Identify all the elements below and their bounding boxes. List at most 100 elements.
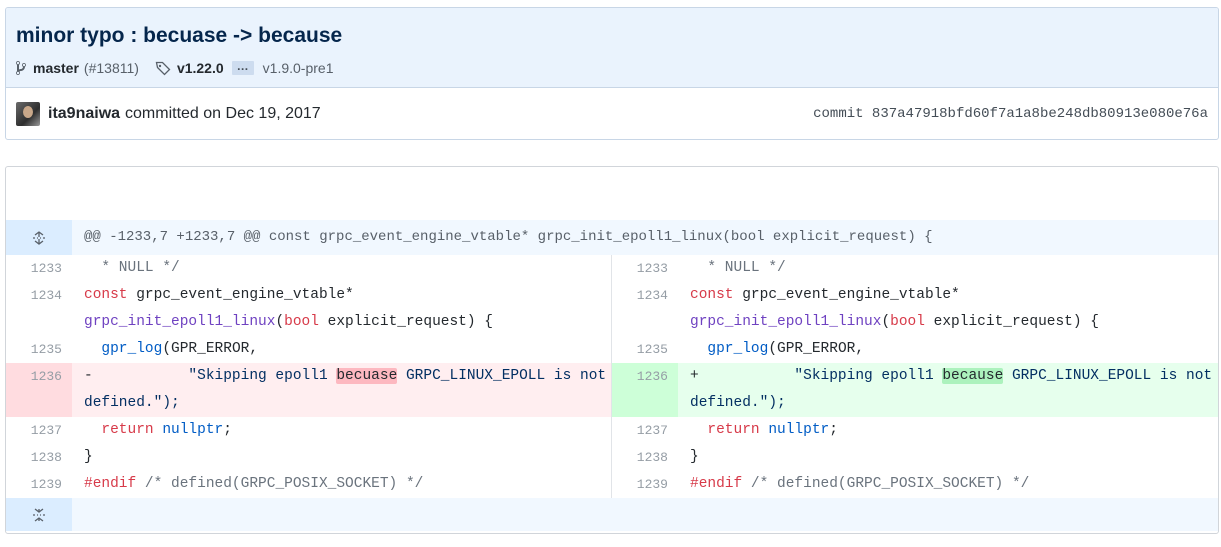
expand-below-row (6, 498, 1218, 531)
line-number[interactable]: 1235 (6, 336, 72, 363)
function-token: grpc_init_epoll1_linux (84, 314, 276, 330)
constant-token: nullptr (768, 422, 830, 438)
punct-token: } (84, 449, 93, 465)
code-line: } (678, 444, 1218, 471)
line-number[interactable]: 1239 (612, 471, 678, 498)
code-line: const grpc_event_engine_vtable* grpc_ini… (84, 287, 493, 330)
comment-token: /* defined(GRPC_POSIX_SOCKET) */ (144, 476, 424, 492)
file-header (6, 167, 1218, 220)
code-line: - "Skipping epoll1 becuase GRPC_LINUX_EP… (72, 363, 611, 417)
diff-line: 1233 * NULL */ (6, 255, 611, 282)
commit-meta: ita9naiwa committed on Dec 19, 2017 comm… (6, 88, 1218, 139)
deleted-line: 1236 - "Skipping epoll1 becuase GRPC_LIN… (6, 363, 611, 417)
expand-below-spacer (72, 498, 1218, 531)
line-number[interactable]: 1236 (612, 363, 678, 417)
commit-title: minor typo : becuase -> because (16, 24, 343, 47)
diff-line: 1237 return nullptr; (612, 417, 1218, 444)
line-number[interactable]: 1234 (612, 282, 678, 336)
function-token: gpr_log (707, 341, 769, 357)
code-line: gpr_log(GPR_ERROR, (678, 336, 1218, 363)
args-token: (GPR_ERROR, (162, 341, 259, 357)
string-token: "Skipping epoll1 (188, 368, 337, 384)
line-number[interactable]: 1238 (6, 444, 72, 471)
line-number[interactable]: 1235 (612, 336, 678, 363)
comment-token: * NULL */ (707, 260, 786, 276)
fold-down-icon[interactable] (6, 498, 72, 531)
diff-right-side: 1233 * NULL */ 1234 const grpc_event_eng… (612, 255, 1218, 498)
string-token: "Skipping epoll1 (794, 368, 943, 384)
branch-row: master (#13811) v1.22.0 … v1.9.0-pre1 (16, 58, 1208, 78)
preproc-token: # (84, 476, 93, 492)
line-number[interactable]: 1237 (6, 417, 72, 444)
code-line: return nullptr; (678, 417, 1218, 444)
show-more-tags-button[interactable]: … (231, 60, 254, 75)
diff-line: 1235 gpr_log(GPR_ERROR, (612, 336, 1218, 363)
param-token: explicit_request) { (327, 314, 493, 330)
tag-link-first[interactable]: v1.22.0 (177, 60, 224, 76)
added-line: 1236 + "Skipping epoll1 because GRPC_LIN… (612, 363, 1218, 417)
hunk-header-row: @@ -1233,7 +1233,7 @@ const grpc_event_e… (6, 220, 1218, 255)
commit-title-bar: minor typo : becuase -> because master (… (6, 8, 1218, 88)
tag-link-last[interactable]: v1.9.0-pre1 (263, 60, 334, 76)
preproc-token: # (690, 476, 699, 492)
diff-line: 1235 gpr_log(GPR_ERROR, (6, 336, 611, 363)
diff-left-side: 1233 * NULL */ 1234 const grpc_event_eng… (6, 255, 612, 498)
diff-line: 1238 } (6, 444, 611, 471)
split-diff: 1233 * NULL */ 1234 const grpc_event_eng… (6, 255, 1218, 498)
code-line: } (72, 444, 611, 471)
diff-line: 1234 const grpc_event_engine_vtable* grp… (612, 282, 1218, 336)
preproc-token: endif (92, 476, 137, 492)
line-number[interactable]: 1239 (6, 471, 72, 498)
keyword-token: bool (284, 314, 319, 330)
code-line: #endif /* defined(GRPC_POSIX_SOCKET) */ (72, 471, 611, 498)
line-number[interactable]: 1237 (612, 417, 678, 444)
avatar[interactable] (16, 102, 40, 126)
pull-request-link[interactable]: (#13811) (84, 60, 139, 76)
code-line: return nullptr; (72, 417, 611, 444)
author-link[interactable]: ita9naiwa (48, 105, 120, 123)
code-line: #endif /* defined(GRPC_POSIX_SOCKET) */ (678, 471, 1218, 498)
diff-line: 1239 #endif /* defined(GRPC_POSIX_SOCKET… (6, 471, 611, 498)
unfold-icon[interactable] (6, 220, 72, 255)
preproc-token: endif (698, 476, 743, 492)
punct-token: ; (829, 422, 838, 438)
line-number[interactable]: 1233 (6, 255, 72, 282)
code-line: gpr_log(GPR_ERROR, (72, 336, 611, 363)
code-line: * NULL */ (72, 255, 611, 282)
comment-token: /* defined(GRPC_POSIX_SOCKET) */ (750, 476, 1030, 492)
diff-line: 1233 * NULL */ (612, 255, 1218, 282)
keyword-token: const (690, 287, 734, 303)
type-token: grpc_event_engine_vtable* (742, 287, 960, 303)
commit-sha: commit 837a47918bfd60f7a1a8be248db80913e… (813, 106, 1208, 122)
hunk-header: @@ -1233,7 +1233,7 @@ const grpc_event_e… (84, 229, 933, 245)
diff-view: @@ -1233,7 +1233,7 @@ const grpc_event_e… (5, 166, 1219, 534)
comment-token: * NULL */ (101, 260, 180, 276)
diff-line: 1239 #endif /* defined(GRPC_POSIX_SOCKET… (612, 471, 1218, 498)
line-number[interactable]: 1234 (6, 282, 72, 336)
diff-line: 1237 return nullptr; (6, 417, 611, 444)
code-line: const grpc_event_engine_vtable* grpc_ini… (690, 287, 1099, 330)
minus-marker: - (84, 368, 93, 384)
committed-date: committed on Dec 19, 2017 (125, 105, 321, 122)
diff-line: 1234 const grpc_event_engine_vtable* grp… (6, 282, 611, 336)
keyword-token: return (707, 422, 760, 438)
branch-link[interactable]: master (33, 60, 79, 76)
deleted-word: becuase (336, 368, 398, 384)
punct-token: ; (223, 422, 232, 438)
keyword-token: return (101, 422, 154, 438)
constant-token: nullptr (162, 422, 224, 438)
code-line: * NULL */ (678, 255, 1218, 282)
line-number[interactable]: 1238 (612, 444, 678, 471)
keyword-token: bool (890, 314, 925, 330)
line-number[interactable]: 1233 (612, 255, 678, 282)
commit-header: minor typo : becuase -> because master (… (5, 7, 1219, 140)
plus-marker: + (690, 368, 699, 384)
param-token: explicit_request) { (933, 314, 1099, 330)
tag-icon (155, 60, 171, 76)
function-token: grpc_init_epoll1_linux (690, 314, 882, 330)
punct-token: } (690, 449, 699, 465)
type-token: grpc_event_engine_vtable* (136, 287, 354, 303)
added-word: because (942, 368, 1004, 384)
line-number[interactable]: 1236 (6, 363, 72, 417)
git-branch-icon (16, 60, 28, 76)
